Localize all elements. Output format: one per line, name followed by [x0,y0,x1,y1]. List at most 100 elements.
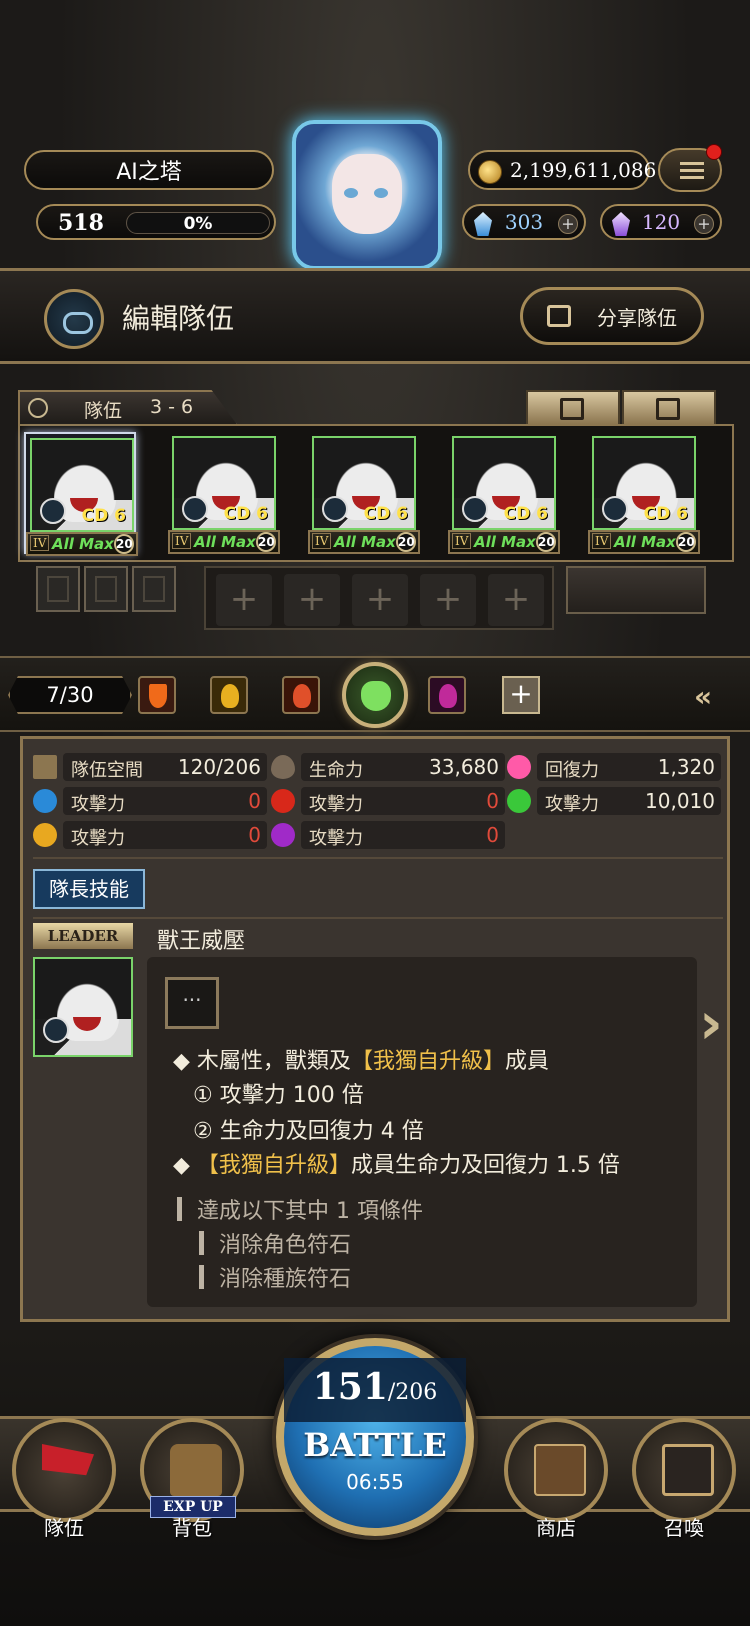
card-skill-level: 20 [114,534,134,554]
team-card[interactable]: CD 6 IV All Max 20 [448,432,560,554]
summon-card-icon [662,1444,714,1496]
player-name[interactable]: AI之塔 [24,150,274,190]
stat-label: 生命力 [309,760,363,781]
filter-beast-icon[interactable] [342,662,408,728]
bottom-navigation: 隊伍 EXP UP 背包 151/206 BATTLE 06:55 商店 召喚 [0,1330,750,1626]
chat-bubble-icon[interactable]: ··· [165,977,219,1029]
skill-line: ◆ 木屬性，獸類及【我獨自升級】成員 [173,1049,549,1074]
tab-leader-skill[interactable]: 隊長技能 [33,869,145,909]
player-level: 518 [58,210,104,236]
team-card[interactable]: CD 6 IV All Max 20 [168,432,280,554]
skill-condition: 達成以下其中 1 項條件 [197,1199,423,1224]
team-stats-panel: 隊伍空間 120/206 生命力 33,680 回復力 1,320 攻擊力 0 攻擊力 0… [20,736,730,1322]
stat-label: 攻擊力 [309,794,363,815]
locked-slot-2[interactable] [84,566,128,612]
card-cd: CD 6 [643,504,688,524]
stat-label: 回復力 [545,760,599,781]
team-card[interactable]: CD 6 IV All Max 20 [308,432,420,554]
add-slot-button[interactable]: + [488,574,544,626]
battle-button[interactable]: 151/206 BATTLE 06:55 [276,1338,474,1536]
filter-red-head-icon[interactable] [282,676,320,714]
add-slot-button[interactable]: + [420,574,476,626]
leader-portrait[interactable] [33,957,133,1057]
page-title: 編輯隊伍 [122,302,235,335]
team-card[interactable]: CD 6 IV All Max 20 [588,432,700,554]
card-skill-level: 20 [676,532,696,552]
gold-counter: 2,199,611,086 [468,150,656,190]
stat-value: 0 [248,823,261,847]
stat-dark-attack: 攻擊力 0 [271,821,505,849]
locked-slot-1[interactable] [36,566,80,612]
series-badge-icon [602,496,628,522]
support-slot-button[interactable] [566,566,706,614]
extra-slots: + + + + + [36,566,716,630]
flag-icon [42,1444,94,1476]
collapse-arrows-icon[interactable]: « [694,680,712,713]
close-icon [656,398,680,420]
stat-space: 隊伍空間 120/206 [33,753,267,781]
series-badge-icon [462,496,488,522]
divider [33,857,723,859]
card-portrait: CD 6 [312,436,416,530]
add-crystals-button[interactable]: + [694,214,714,234]
add-slot-button[interactable]: + [216,574,272,626]
stat-value: 120/206 [177,755,261,779]
menu-button[interactable] [658,144,722,192]
nav-summon-button[interactable] [632,1418,736,1522]
team-info-icon[interactable] [28,398,48,418]
stat-label: 攻擊力 [309,828,363,849]
team-card-leader[interactable]: CD 6 IV All Max 20 [24,432,138,556]
filter-purple-head-icon[interactable] [428,676,466,714]
locked-slot-3[interactable] [132,566,176,612]
stat-value: 0 [248,789,261,813]
add-slot-button[interactable]: + [352,574,408,626]
add-gems-button[interactable]: + [558,214,578,234]
stamina-timer: 06:55 [346,1470,404,1494]
filter-butterfly-icon[interactable] [138,676,176,714]
menu-line-icon [680,162,704,165]
heart-icon [507,755,531,779]
flag-icon [33,755,57,779]
filter-gold-head-icon[interactable] [210,676,248,714]
player-avatar[interactable] [292,120,442,270]
stat-hp: 生命力 33,680 [271,753,505,781]
share-icon [547,305,571,327]
crystal-counter: 120 + [600,204,722,240]
skill-name: 獸王威壓 [157,929,246,954]
card-rank: IV [312,533,332,549]
skill-description: ··· ◆ 木屬性，獸類及【我獨自升級】成員 ① 攻擊力 100 倍 ② 生命力… [147,957,697,1307]
notification-dot-icon [706,144,722,160]
light-icon [33,823,57,847]
gem-counter: 303 + [462,204,586,240]
nav-shop-button[interactable] [504,1418,608,1522]
leader-tag: LEADER [33,923,133,949]
stat-label: 攻擊力 [71,828,125,849]
top-bar: AI之塔 518 0% 2,199,611,086 303 + 120 + [0,120,750,270]
coin-icon [478,160,502,184]
skill-line: ① 攻擊力 100 倍 [193,1083,364,1108]
copy-icon [560,398,584,420]
stat-label: 隊伍空間 [71,760,143,781]
add-slot-button[interactable]: + [284,574,340,626]
exp-percent: 0% [183,214,213,234]
next-skill-arrow-icon[interactable]: › [699,989,723,1057]
card-max-label: All Max [614,533,676,551]
dark-icon [271,823,295,847]
team-count[interactable]: 7/30 [8,676,132,714]
card-cd: CD 6 [81,506,126,526]
wood-icon [507,789,531,813]
condition-bar-icon [199,1265,204,1289]
back-button[interactable] [44,289,104,349]
stat-label: 攻擊力 [545,794,599,815]
water-icon [33,789,57,813]
add-filter-button[interactable]: + [502,676,540,714]
card-portrait: CD 6 [30,438,134,532]
divider [33,917,723,919]
share-team-button[interactable]: 分享隊伍 [520,287,704,345]
clear-team-button[interactable] [622,390,716,426]
diamond-icon [474,212,492,236]
nav-team-button[interactable] [12,1418,116,1522]
card-rank: IV [592,533,612,549]
copy-team-button[interactable] [526,390,620,426]
exp-bar: 0% [126,212,270,234]
